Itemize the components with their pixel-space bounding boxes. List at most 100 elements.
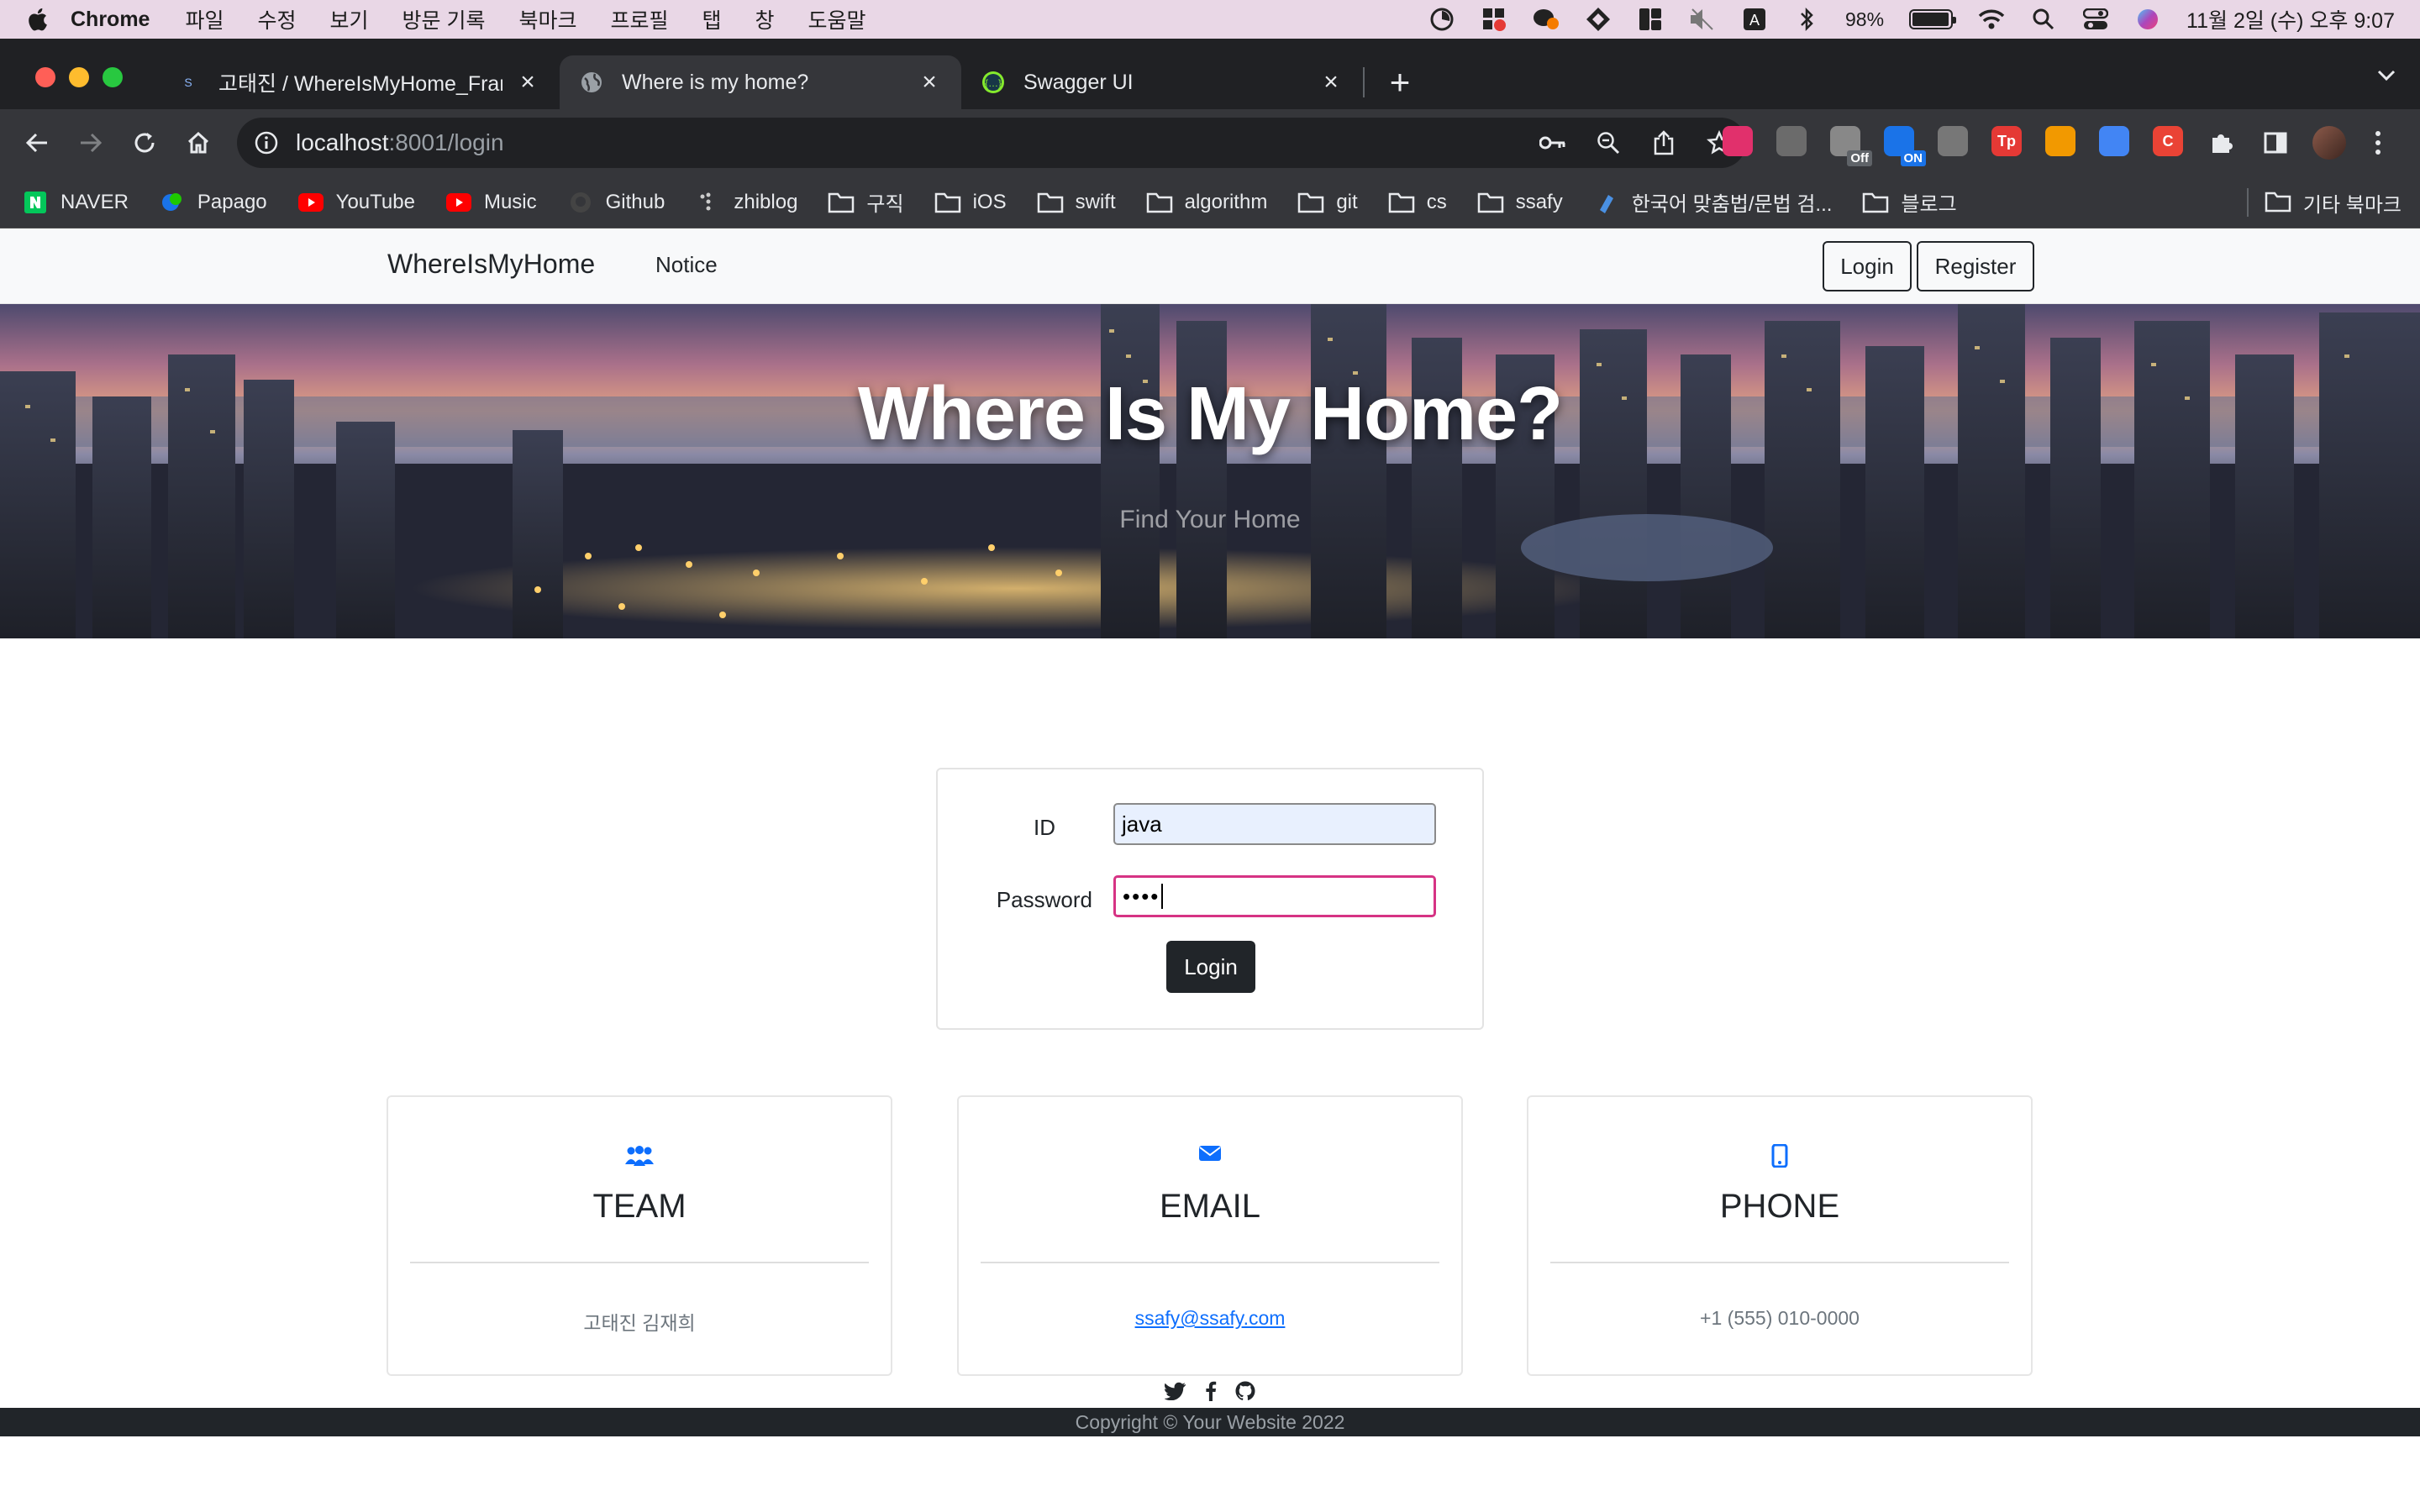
home-button[interactable] [182, 126, 215, 160]
info-icon[interactable] [254, 130, 279, 155]
chat-icon[interactable] [1533, 7, 1560, 32]
folder-icon [2265, 191, 2291, 214]
tab-swagger-ui[interactable]: {…} Swagger UI × [961, 55, 1363, 109]
menu-file[interactable]: 파일 [185, 4, 224, 34]
window-close-button[interactable] [35, 67, 55, 87]
side-panel-icon[interactable] [2259, 126, 2292, 160]
back-button[interactable] [20, 126, 54, 160]
menu-tab[interactable]: 탭 [702, 4, 722, 34]
window-minimize-button[interactable] [69, 67, 89, 87]
menu-edit[interactable]: 수정 [257, 4, 296, 34]
menu-bookmarks[interactable]: 북마크 [518, 4, 576, 34]
tab-close-icon[interactable]: × [1319, 70, 1343, 95]
mute-icon[interactable] [1689, 7, 1716, 32]
browser-tab-strip: S 고태진 / WhereIsMyHome_Framework × Where … [0, 39, 2420, 109]
bookmark-item[interactable]: 한국어 맞춤법/문법 검... [1593, 187, 1832, 217]
tab-title: Swagger UI [1023, 70, 1134, 94]
twitter-icon[interactable] [1165, 1382, 1186, 1400]
ext-blue-icon[interactable] [2099, 126, 2129, 156]
bookmark-item[interactable]: NAVER [22, 191, 129, 214]
app-menu-chrome[interactable]: Chrome [71, 8, 150, 32]
app-grid-icon[interactable] [1481, 7, 1507, 32]
chevron-down-icon[interactable] [2376, 69, 2396, 82]
spotlight-search-icon[interactable] [2030, 7, 2057, 32]
siri-icon[interactable] [2134, 7, 2161, 32]
battery-icon[interactable] [1909, 9, 1957, 29]
bluetooth-icon[interactable] [1793, 7, 1820, 32]
nav-login-button[interactable]: Login [1823, 241, 1912, 291]
ext-camera-icon[interactable] [1938, 126, 1968, 156]
bookmark-item[interactable]: swift [1037, 191, 1116, 214]
ext-tp-icon[interactable]: Tp [1991, 126, 2022, 156]
zoom-icon[interactable] [1593, 129, 1623, 156]
menu-help[interactable]: 도움말 [808, 4, 866, 34]
id-input[interactable]: java [1113, 803, 1436, 845]
password-input[interactable]: •••• [1113, 875, 1436, 917]
tab-github[interactable]: S 고태진 / WhereIsMyHome_Framework × [156, 55, 560, 109]
hero-subtitle: Find Your Home [1119, 506, 1301, 533]
login-submit-button[interactable]: Login [1166, 941, 1255, 993]
new-tab-button[interactable]: + [1383, 65, 1417, 100]
nav-register-button[interactable]: Register [1917, 241, 2034, 291]
forward-button[interactable] [74, 126, 108, 160]
bookmark-item[interactable]: cs [1388, 191, 1447, 214]
other-bookmarks-folder[interactable]: 기타 북마크 [2265, 176, 2402, 228]
diamond-icon[interactable] [1585, 7, 1612, 32]
control-center-icon[interactable] [2082, 7, 2109, 32]
bookmark-item[interactable]: Github [567, 191, 665, 214]
bookmark-label: NAVER [60, 190, 129, 213]
wifi-icon[interactable] [1978, 7, 2005, 32]
window-zoom-button[interactable] [103, 67, 123, 87]
tab-close-icon[interactable]: × [516, 70, 539, 95]
nav-notice-link[interactable]: Notice [655, 252, 718, 278]
battery-percent: 98% [1845, 8, 1885, 30]
ext-c-icon[interactable]: C [2153, 126, 2183, 156]
ext-orange-icon[interactable] [2045, 126, 2075, 156]
bookmark-item[interactable]: zhiblog [695, 191, 797, 214]
bookmark-item[interactable]: Papago [159, 191, 267, 214]
bookmark-item[interactable]: YouTube [297, 191, 415, 214]
site-brand[interactable]: WhereIsMyHome [387, 249, 595, 280]
ext-off-icon[interactable]: Off [1830, 126, 1872, 166]
menu-view[interactable]: 보기 [330, 4, 369, 34]
layout-icon[interactable] [1637, 7, 1664, 32]
bookmark-label: Papago [197, 190, 267, 213]
tab-where-is-my-home[interactable]: Where is my home? × [560, 55, 961, 109]
text-caret [1161, 884, 1164, 909]
menubar-clock[interactable]: 11월 2일 (수) 오후 9:07 [2186, 4, 2395, 34]
ext-gray-icon[interactable] [1776, 126, 1807, 156]
key-icon[interactable] [1538, 129, 1568, 156]
bookmark-item[interactable]: ssafy [1477, 191, 1563, 214]
apple-icon[interactable] [25, 7, 49, 32]
input-source-icon[interactable]: A [1741, 7, 1768, 32]
bookmark-item[interactable]: git [1297, 191, 1358, 214]
menu-history[interactable]: 방문 기록 [402, 4, 486, 34]
bookmark-item[interactable]: 블로그 [1862, 187, 1957, 217]
extension-badge: Off [1847, 150, 1872, 166]
url-host: localhost [296, 129, 389, 155]
id-label: ID [1034, 815, 1055, 840]
ext-on-icon[interactable]: ON [1884, 126, 1926, 166]
id-input-value: java [1122, 811, 1162, 837]
login-form: ID java Password •••• Login [936, 768, 1484, 1030]
bookmark-item[interactable]: iOS [934, 191, 1007, 214]
password-label: Password [996, 887, 1092, 912]
menu-profiles[interactable]: 프로필 [610, 4, 668, 34]
address-bar[interactable]: localhost:8001/login [237, 118, 1746, 168]
share-icon[interactable] [1649, 129, 1679, 156]
folder-icon [934, 191, 961, 214]
bookmark-item[interactable]: algorithm [1146, 191, 1267, 214]
menu-window[interactable]: 창 [755, 4, 775, 34]
github-icon[interactable] [1235, 1381, 1255, 1401]
facebook-icon[interactable] [1205, 1381, 1217, 1401]
instagram-ext-icon[interactable] [1723, 126, 1753, 156]
email-link[interactable]: ssafy@ssafy.com [1135, 1307, 1286, 1329]
timer-icon[interactable] [1428, 7, 1455, 32]
profile-avatar[interactable] [2312, 126, 2346, 160]
bookmark-item[interactable]: 구직 [828, 187, 904, 217]
chrome-menu-icon[interactable] [2370, 128, 2386, 158]
reload-button[interactable] [128, 126, 161, 160]
extensions-puzzle-icon[interactable] [2205, 126, 2238, 160]
tab-close-icon[interactable]: × [918, 70, 941, 95]
bookmark-item[interactable]: Music [445, 191, 537, 214]
